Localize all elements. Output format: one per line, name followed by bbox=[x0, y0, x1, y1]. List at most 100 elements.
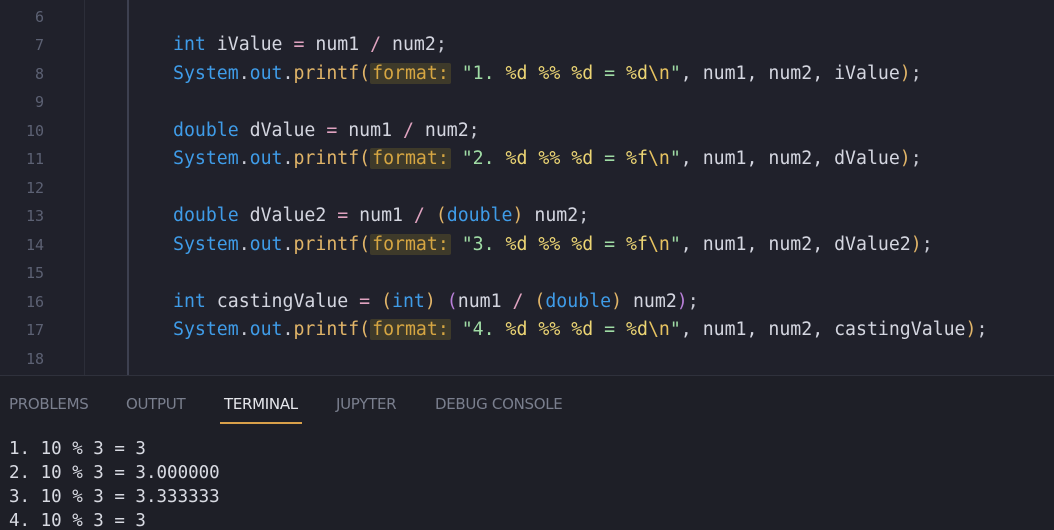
inlay-hint: format: bbox=[370, 63, 451, 84]
code-token: printf bbox=[293, 234, 360, 255]
line-code[interactable]: int castingValue = (int) (num1 / (double… bbox=[173, 288, 699, 316]
code-token: ) bbox=[965, 319, 977, 340]
tab-debug-console[interactable]: DEBUG CONSOLE bbox=[435, 395, 563, 413]
code-token: . bbox=[282, 234, 294, 255]
code-token: out bbox=[249, 63, 283, 84]
code-token: , num1, num2, iValue bbox=[680, 63, 900, 84]
line-code[interactable]: System.out.printf(format: "4. %d %% %d =… bbox=[173, 316, 987, 344]
line-number: 16 bbox=[25, 293, 44, 311]
line-code[interactable]: System.out.printf(format: "1. %d %% %d =… bbox=[173, 60, 922, 88]
code-token: \n bbox=[647, 148, 670, 169]
code-token: ( bbox=[359, 63, 371, 84]
code-token: = bbox=[337, 205, 349, 226]
code-token: ( bbox=[381, 291, 393, 312]
line-number: 12 bbox=[25, 179, 44, 197]
code-editor[interactable]: 6 7 int iValue = num1 / num2; 8 System.o… bbox=[0, 0, 1054, 375]
tab-output[interactable]: OUTPUT bbox=[126, 395, 186, 413]
code-token: num2 bbox=[381, 34, 436, 55]
code-token: " bbox=[669, 63, 681, 84]
code-line[interactable]: 11 System.out.printf(format: "2. %d %% %… bbox=[0, 145, 1054, 173]
code-token: ( bbox=[359, 319, 371, 340]
line-code[interactable]: int iValue = num1 / num2; bbox=[173, 31, 447, 59]
code-token: ) bbox=[676, 291, 688, 312]
tab-jupyter[interactable]: JUPYTER bbox=[336, 395, 397, 413]
line-code[interactable]: System.out.printf(format: "3. %d %% %d =… bbox=[173, 231, 933, 259]
tab-problems[interactable]: PROBLEMS bbox=[9, 395, 89, 413]
code-token: " bbox=[669, 148, 681, 169]
code-token: num2 bbox=[523, 205, 579, 226]
code-token: ( bbox=[359, 148, 371, 169]
code-token: %d bbox=[571, 63, 594, 84]
code-token: double bbox=[545, 291, 612, 312]
code-token: , num1, num2, dValue bbox=[680, 148, 900, 169]
code-line[interactable]: 17 System.out.printf(format: "4. %d %% %… bbox=[0, 316, 1054, 344]
line-number: 17 bbox=[25, 321, 44, 339]
code-token: %% bbox=[538, 63, 561, 84]
code-token: printf bbox=[293, 63, 360, 84]
code-token: num2 bbox=[413, 120, 469, 141]
line-number: 6 bbox=[34, 8, 44, 26]
code-token: num1 bbox=[337, 120, 403, 141]
code-token: %d bbox=[505, 319, 528, 340]
terminal-output-line: 2. 10 % 3 = 3.000000 bbox=[9, 463, 220, 483]
code-token: "2. bbox=[461, 148, 506, 169]
code-token: System bbox=[173, 319, 239, 340]
code-line[interactable]: 9 bbox=[0, 88, 1054, 116]
code-token: ; bbox=[468, 120, 480, 141]
code-token: / bbox=[413, 205, 425, 226]
code-token: out bbox=[249, 234, 283, 255]
code-token: castingValue bbox=[205, 291, 360, 312]
code-line[interactable]: 15 bbox=[0, 259, 1054, 287]
code-token: ( bbox=[435, 205, 447, 226]
code-token: ( bbox=[359, 234, 371, 255]
code-token: %d bbox=[571, 234, 594, 255]
code-token: = bbox=[359, 291, 371, 312]
line-number: 10 bbox=[25, 122, 44, 140]
code-token: System bbox=[173, 234, 239, 255]
tab-terminal[interactable]: TERMINAL bbox=[224, 395, 298, 413]
code-token: %f bbox=[626, 148, 648, 169]
code-token: num1 bbox=[457, 291, 513, 312]
line-number: 13 bbox=[25, 207, 44, 225]
code-line[interactable]: 10 double dValue = num1 / num2; bbox=[0, 117, 1054, 145]
code-line[interactable]: 16 int castingValue = (int) (num1 / (dou… bbox=[0, 288, 1054, 316]
code-token: ; bbox=[910, 63, 922, 84]
line-code[interactable]: double dValue2 = num1 / (double) num2; bbox=[173, 202, 589, 230]
code-token: " bbox=[669, 234, 681, 255]
terminal-output-line: 1. 10 % 3 = 3 bbox=[9, 439, 146, 459]
code-line[interactable]: 18 bbox=[0, 345, 1054, 373]
code-token: double bbox=[173, 120, 239, 141]
code-token: %d bbox=[505, 63, 528, 84]
bottom-panel: PROBLEMS OUTPUT TERMINAL JUPYTER DEBUG C… bbox=[0, 375, 1054, 530]
code-line[interactable]: 12 bbox=[0, 174, 1054, 202]
code-token: num2 bbox=[622, 291, 677, 312]
code-token: %d bbox=[571, 148, 594, 169]
code-line[interactable]: 13 double dValue2 = num1 / (double) num2… bbox=[0, 202, 1054, 230]
code-token: ) bbox=[899, 63, 911, 84]
code-line[interactable]: 8 System.out.printf(format: "1. %d %% %d… bbox=[0, 60, 1054, 88]
code-token: printf bbox=[293, 148, 360, 169]
line-code[interactable]: System.out.printf(format: "2. %d %% %d =… bbox=[173, 145, 922, 173]
code-line[interactable]: 14 System.out.printf(format: "3. %d %% %… bbox=[0, 231, 1054, 259]
line-code[interactable]: double dValue = num1 / num2; bbox=[173, 117, 480, 145]
code-token: "3. bbox=[461, 234, 506, 255]
line-number: 9 bbox=[34, 93, 44, 111]
code-token: %d bbox=[505, 234, 528, 255]
code-line[interactable]: 7 int iValue = num1 / num2; bbox=[0, 31, 1054, 59]
line-number: 14 bbox=[25, 236, 44, 254]
code-token: = bbox=[593, 234, 627, 255]
code-line[interactable]: 6 bbox=[0, 3, 1054, 31]
code-token: %% bbox=[538, 319, 561, 340]
